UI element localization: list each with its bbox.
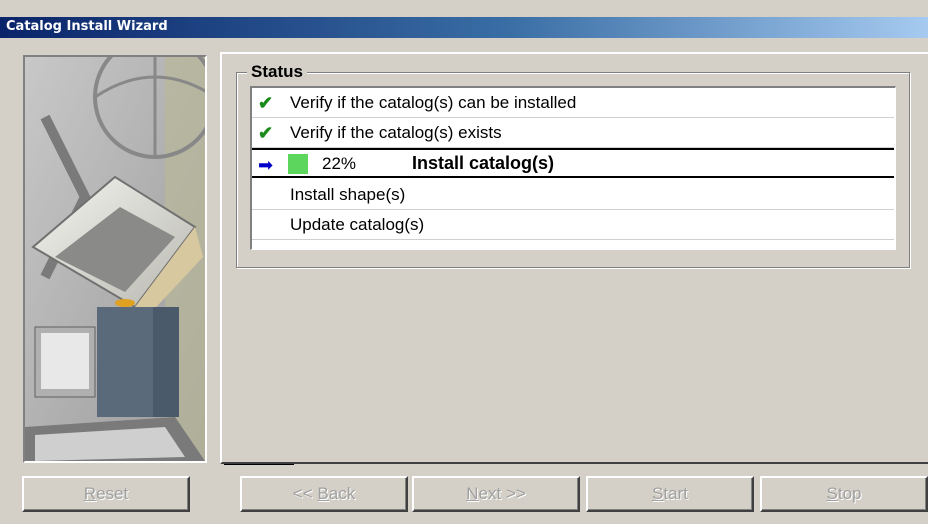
status-list: ✔ Verify if the catalog(s) can be instal…: [250, 86, 896, 250]
status-item-label: Verify if the catalog(s) can be installe…: [290, 93, 577, 112]
start-button[interactable]: Start: [586, 476, 754, 512]
status-item-label: Install shape(s): [290, 185, 406, 204]
progress-percent: 22%: [322, 154, 357, 173]
status-item-label: Install catalog(s): [412, 153, 555, 173]
checkmark-icon: ✔: [258, 93, 274, 113]
divider: [224, 464, 294, 465]
reset-label: eset: [96, 484, 129, 503]
status-item-verify-exists: ✔ Verify if the catalog(s) exists: [252, 118, 894, 148]
progress-indicator: [288, 154, 308, 174]
start-mnemonic: S: [652, 484, 664, 503]
arrow-right-icon: ➡: [258, 155, 274, 175]
checkmark-icon: ✔: [258, 123, 274, 143]
next-label: ext >>: [478, 484, 526, 503]
back-button[interactable]: << Back: [240, 476, 408, 512]
window-title: Catalog Install Wizard: [6, 19, 168, 34]
status-legend: Status: [247, 62, 307, 82]
back-prefix: <<: [292, 484, 318, 503]
reset-mnemonic: R: [83, 484, 97, 503]
start-label: tart: [663, 484, 688, 503]
reset-button[interactable]: Reset: [22, 476, 190, 512]
back-label: ack: [328, 484, 356, 503]
title-bar[interactable]: Catalog Install Wizard: [0, 0, 928, 38]
wizard-side-image: [23, 55, 207, 463]
status-item-verify-installable: ✔ Verify if the catalog(s) can be instal…: [252, 88, 894, 118]
stop-mnemonic: S: [826, 484, 838, 503]
status-item-install-catalog: ➡ 22% Install catalog(s): [252, 148, 894, 178]
status-item-label: Update catalog(s): [290, 215, 425, 234]
stop-label: top: [837, 484, 862, 503]
status-item-install-shape: Install shape(s): [252, 180, 894, 210]
back-mnemonic: B: [317, 484, 329, 503]
next-mnemonic: N: [466, 484, 479, 503]
status-item-label: Verify if the catalog(s) exists: [290, 123, 502, 142]
next-button[interactable]: Next >>: [412, 476, 580, 512]
status-item-update-catalog: Update catalog(s): [252, 210, 894, 240]
stop-button[interactable]: Stop: [760, 476, 928, 512]
